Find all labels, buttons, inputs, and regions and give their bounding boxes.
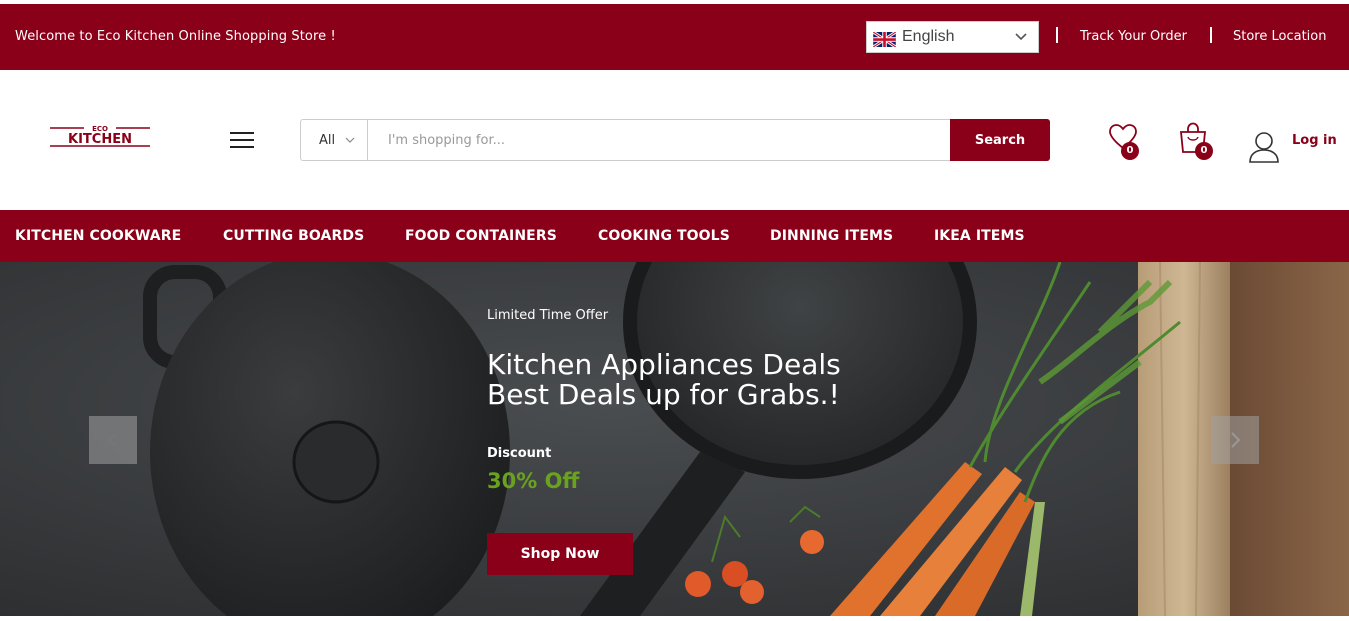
arrow-left-icon xyxy=(107,432,117,448)
welcome-message: Welcome to Eco Kitchen Online Shopping S… xyxy=(15,29,336,44)
hero-title: Kitchen Appliances Deals Best Deals up f… xyxy=(487,350,841,410)
search-button[interactable]: Search xyxy=(950,119,1050,161)
page: Welcome to Eco Kitchen Online Shopping S… xyxy=(0,0,1349,621)
main-nav: KITCHEN COOKWARE CUTTING BOARDS FOOD CON… xyxy=(0,210,1349,262)
chevron-down-icon xyxy=(1015,33,1027,41)
language-label: English xyxy=(902,28,955,45)
nav-item-cooking-tools[interactable]: COOKING TOOLS xyxy=(598,228,730,244)
search-bar: All Search xyxy=(300,119,1050,161)
top-bar: Welcome to Eco Kitchen Online Shopping S… xyxy=(0,4,1349,70)
cart-button[interactable]: 0 xyxy=(1178,122,1216,162)
svg-text:KITCHEN: KITCHEN xyxy=(68,132,132,147)
slider-prev-button[interactable] xyxy=(89,416,137,464)
hero-background-image xyxy=(0,262,1349,616)
search-category-select[interactable]: All xyxy=(301,120,368,160)
login-link[interactable]: Log in xyxy=(1292,133,1337,148)
user-icon[interactable] xyxy=(1248,130,1280,164)
discount-value: 30% Off xyxy=(487,469,580,493)
cart-count-badge: 0 xyxy=(1195,142,1213,160)
discount-label: Discount xyxy=(487,446,552,461)
hero-eyebrow: Limited Time Offer xyxy=(487,308,609,323)
nav-item-food-containers[interactable]: FOOD CONTAINERS xyxy=(405,228,557,244)
divider xyxy=(1210,27,1212,43)
divider xyxy=(1056,27,1058,43)
nav-item-dinning-items[interactable]: DINNING ITEMS xyxy=(770,228,893,244)
menu-icon[interactable] xyxy=(230,130,256,150)
chevron-down-icon xyxy=(345,137,355,143)
store-location-link[interactable]: Store Location xyxy=(1233,29,1326,44)
arrow-right-icon xyxy=(1231,432,1241,448)
hero-title-line-1: Kitchen Appliances Deals xyxy=(487,348,841,381)
wishlist-count-badge: 0 xyxy=(1121,142,1139,160)
wishlist-button[interactable]: 0 xyxy=(1108,122,1144,162)
uk-flag-icon xyxy=(873,32,896,47)
hero-title-line-2: Best Deals up for Grabs.! xyxy=(487,378,840,411)
track-order-link[interactable]: Track Your Order xyxy=(1080,29,1187,44)
nav-item-ikea-items[interactable]: IKEA ITEMS xyxy=(934,228,1025,244)
slider-next-button[interactable] xyxy=(1211,416,1259,464)
nav-item-kitchen-cookware[interactable]: KITCHEN COOKWARE xyxy=(15,228,181,244)
site-header: ECO KITCHEN All Search 0 xyxy=(0,70,1349,210)
language-selector[interactable]: English xyxy=(866,21,1039,53)
hero-slider: Limited Time Offer Kitchen Appliances De… xyxy=(0,262,1349,616)
nav-item-cutting-boards[interactable]: CUTTING BOARDS xyxy=(223,228,364,244)
logo[interactable]: ECO KITCHEN xyxy=(50,123,150,153)
search-input[interactable] xyxy=(369,120,951,160)
shop-now-button[interactable]: Shop Now xyxy=(487,533,633,575)
search-category-value: All xyxy=(319,133,336,148)
